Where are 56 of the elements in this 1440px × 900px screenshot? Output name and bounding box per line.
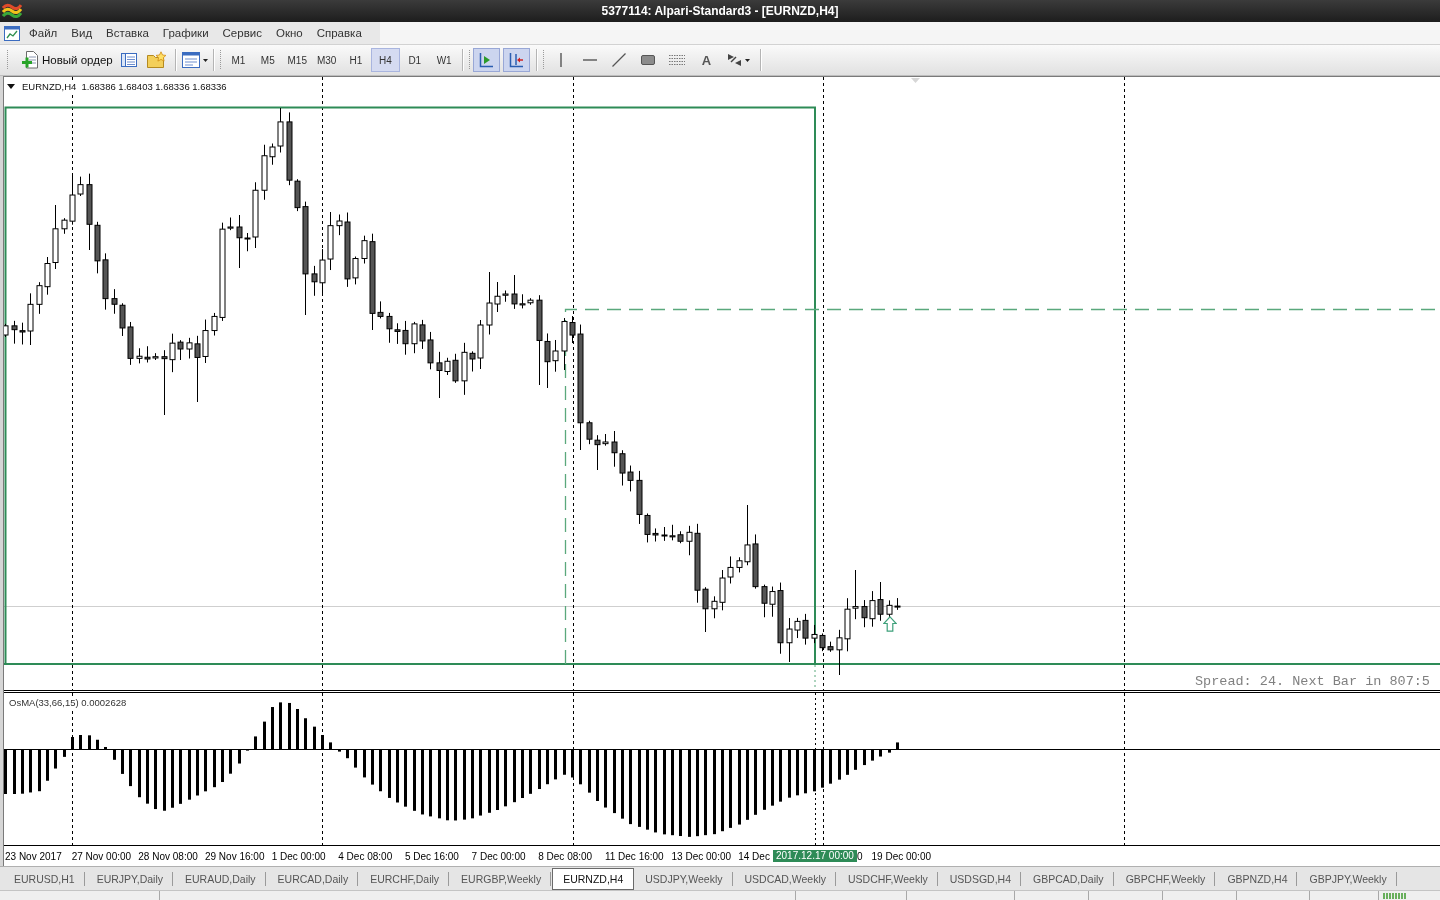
- grip-icon[interactable]: [467, 49, 471, 71]
- period-button[interactable]: M15: [282, 48, 312, 72]
- grip-icon[interactable]: [541, 49, 545, 71]
- time-label: 4 Dec 08:00: [338, 850, 393, 862]
- time-label: 19 Dec 00:00: [871, 850, 932, 862]
- grip-icon[interactable]: [218, 49, 222, 71]
- window-icon[interactable]: [181, 52, 200, 68]
- document-plus-icon: [22, 51, 40, 69]
- logo-icon: [2, 2, 22, 20]
- arrows-icon[interactable]: [727, 53, 743, 67]
- caret-icon[interactable]: [202, 58, 208, 62]
- menu-item[interactable]: Окно: [268, 25, 310, 41]
- grip-icon[interactable]: [6, 49, 9, 71]
- time-label: 28 Nov 08:00: [138, 850, 198, 862]
- rectangle-icon[interactable]: [641, 55, 656, 65]
- toggle-button[interactable]: [502, 48, 530, 72]
- stacked-lines-icon[interactable]: [669, 54, 686, 66]
- folder-star-icon[interactable]: [146, 51, 167, 69]
- time-label: 8 Dec 08:00: [538, 850, 593, 862]
- time-label: 7 Dec 00:00: [471, 850, 526, 862]
- period-button[interactable]: W1: [429, 48, 459, 72]
- time-label: 5 Dec 16:00: [404, 850, 459, 862]
- toggle-button[interactable]: [472, 48, 500, 72]
- menu-item[interactable]: Справка: [309, 25, 369, 41]
- time-label: 14 Dec: [738, 850, 770, 862]
- period-button[interactable]: M1: [223, 48, 254, 72]
- time-label: 27 Nov 00:00: [71, 850, 132, 862]
- list-window-icon[interactable]: [120, 52, 137, 68]
- vertical-line-icon[interactable]: [560, 53, 563, 67]
- time-label: 13 Dec 00:00: [671, 850, 732, 862]
- time-label: 0: [856, 850, 863, 862]
- period-button[interactable]: H4: [370, 48, 401, 72]
- caret-icon[interactable]: [745, 58, 751, 62]
- axes-arrow-icon: [478, 52, 495, 68]
- menu-item[interactable]: Вид: [64, 25, 100, 41]
- window-title: 5377114: Alpari-Standard3 - [EURNZD,H4]: [601, 4, 839, 18]
- menu-item[interactable]: Файл: [22, 25, 65, 41]
- menu-item[interactable]: Сервис: [215, 25, 269, 41]
- period-button[interactable]: M30: [311, 48, 342, 72]
- text-tool-button[interactable]: A: [699, 52, 714, 68]
- menu-item[interactable]: Вставка: [99, 25, 156, 41]
- time-label: 23 Nov 2017: [5, 850, 62, 862]
- period-button[interactable]: M5: [253, 48, 283, 72]
- period-button[interactable]: D1: [400, 48, 430, 72]
- period-button[interactable]: H1: [341, 48, 371, 72]
- time-label: 29 Nov 16:00: [204, 850, 265, 862]
- time-cursor-label: 2017.12.17 00:00: [773, 850, 857, 862]
- new-order-button[interactable]: Новый ордер: [19, 48, 116, 72]
- chart-tab[interactable]: EURNZD,H4: [552, 868, 635, 890]
- time-label: 1 Dec 00:00: [271, 850, 326, 862]
- horizontal-line-icon[interactable]: [583, 59, 598, 61]
- chart-window-icon[interactable]: [4, 25, 20, 41]
- axes-shift-icon: [508, 52, 525, 68]
- diagonal-line-icon[interactable]: [612, 53, 627, 67]
- menu-item[interactable]: Графики: [155, 25, 216, 41]
- time-label: 11 Dec 16:00: [604, 850, 664, 862]
